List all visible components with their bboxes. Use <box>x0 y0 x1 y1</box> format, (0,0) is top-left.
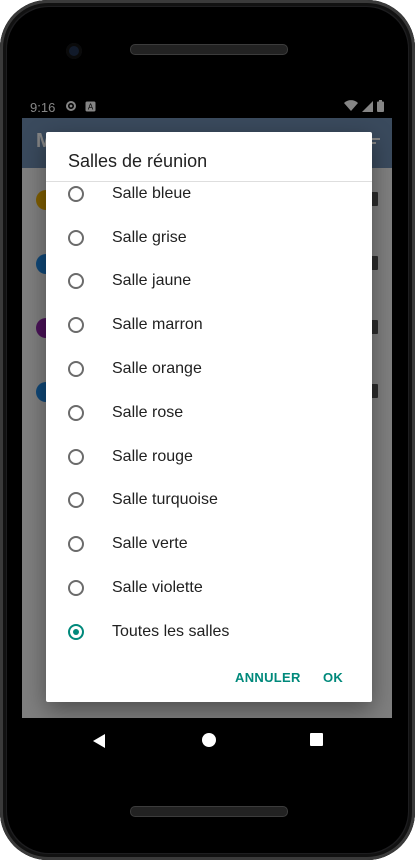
room-option[interactable]: Salle turquoise <box>46 479 372 523</box>
room-option-label: Toutes les salles <box>112 622 230 640</box>
room-option[interactable]: Salle bleue <box>46 182 372 216</box>
radio-button[interactable] <box>68 492 84 509</box>
room-option-label: Salle turquoise <box>112 491 218 509</box>
system-nav-bar <box>22 718 392 764</box>
room-option[interactable]: Salle rose <box>46 391 372 435</box>
room-option-label: Salle bleue <box>112 184 192 202</box>
room-option-all[interactable]: Toutes les salles <box>46 610 372 654</box>
phone-frame: 9:16 A M Salles de réunion Salle bleue S… <box>0 0 415 860</box>
room-option-label: Salle rose <box>112 403 184 421</box>
radio-button[interactable] <box>68 404 84 421</box>
radio-button[interactable] <box>68 361 84 378</box>
room-option-label: Salle jaune <box>112 272 192 290</box>
room-option-label: Salle rouge <box>112 447 193 465</box>
radio-button[interactable] <box>68 317 84 334</box>
bottom-speaker <box>130 806 288 817</box>
room-option[interactable]: Salle jaune <box>46 260 372 304</box>
room-option[interactable]: Salle orange <box>46 347 372 391</box>
radio-button[interactable] <box>68 229 84 246</box>
room-option[interactable]: Salle violette <box>46 566 372 610</box>
room-option-label: Salle violette <box>112 579 203 597</box>
ok-button[interactable]: OK <box>323 670 343 685</box>
dialog-actions: ANNULER OK <box>46 660 372 702</box>
radio-button[interactable] <box>68 185 84 202</box>
front-camera <box>66 43 82 59</box>
top-speaker <box>130 44 288 55</box>
home-icon[interactable] <box>202 733 216 747</box>
room-option[interactable]: Salle marron <box>46 303 372 347</box>
room-option-label: Salle marron <box>112 316 203 334</box>
room-option[interactable]: Salle grise <box>46 216 372 260</box>
room-option-label: Salle verte <box>112 535 188 553</box>
radio-button[interactable] <box>68 580 84 597</box>
room-option-list[interactable]: Salle bleue Salle grise Salle jaune Sall… <box>46 182 372 660</box>
cancel-button[interactable]: ANNULER <box>235 670 301 685</box>
dialog-title: Salles de réunion <box>68 151 208 171</box>
room-option-label: Salle orange <box>112 360 202 378</box>
back-icon[interactable] <box>93 734 105 748</box>
room-option[interactable]: Salle verte <box>46 522 372 566</box>
radio-button[interactable] <box>68 536 84 553</box>
radio-button[interactable] <box>68 273 84 290</box>
recents-icon[interactable] <box>310 733 323 746</box>
device-screen: 9:16 A M Salles de réunion Salle bleue S… <box>22 96 392 718</box>
radio-button-selected[interactable] <box>68 623 84 640</box>
room-filter-dialog: Salles de réunion Salle bleue Salle gris… <box>46 132 372 702</box>
radio-button[interactable] <box>68 448 84 465</box>
room-option-label: Salle grise <box>112 228 187 246</box>
room-option[interactable]: Salle rouge <box>46 435 372 479</box>
